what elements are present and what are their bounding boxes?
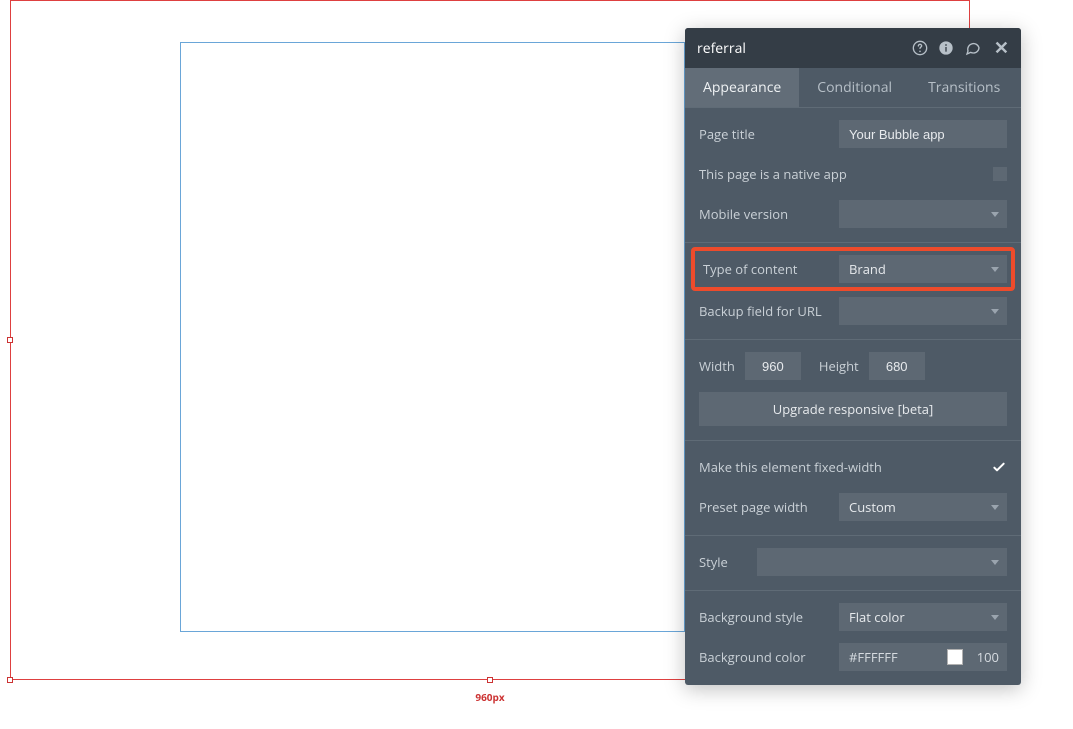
chevron-down-icon	[991, 267, 999, 272]
comment-icon[interactable]	[964, 40, 982, 56]
tab-bar: Appearance Conditional Transitions	[685, 68, 1021, 107]
highlight-box: Type of content Brand	[691, 247, 1015, 291]
close-icon[interactable]: ✕	[994, 36, 1009, 60]
mobile-version-label: Mobile version	[699, 205, 829, 223]
page-title-label: Page title	[699, 125, 829, 143]
backup-url-label: Backup field for URL	[699, 302, 829, 320]
bg-style-label: Background style	[699, 608, 829, 626]
style-label: Style	[699, 553, 739, 571]
height-input[interactable]	[869, 352, 925, 380]
chevron-down-icon	[991, 309, 999, 314]
fixed-width-checkbox[interactable]	[991, 459, 1007, 475]
bg-color-control[interactable]: #FFFFFF 100	[839, 643, 1007, 671]
chevron-down-icon	[991, 212, 999, 217]
style-select[interactable]	[757, 548, 1007, 576]
chevron-down-icon	[991, 505, 999, 510]
bg-color-opacity: 100	[971, 648, 999, 666]
tab-appearance[interactable]: Appearance	[685, 68, 799, 107]
upgrade-responsive-button[interactable]: Upgrade responsive [beta]	[699, 392, 1007, 426]
page-width-label: 960px	[460, 690, 520, 704]
chevron-down-icon	[991, 560, 999, 565]
fixed-width-label: Make this element fixed-width	[699, 458, 981, 476]
chevron-down-icon	[991, 615, 999, 620]
color-swatch[interactable]	[947, 649, 963, 665]
bg-color-label: Background color	[699, 648, 829, 666]
width-label: Width	[699, 357, 735, 375]
info-icon[interactable]	[938, 40, 954, 56]
preset-width-select[interactable]: Custom	[839, 493, 1007, 521]
page-title-input[interactable]	[839, 120, 1007, 148]
resize-handle-bottom-left[interactable]	[7, 677, 13, 683]
check-icon	[991, 459, 1007, 475]
panel-title: referral	[697, 39, 746, 58]
backup-url-select[interactable]	[839, 297, 1007, 325]
group-element-outline[interactable]	[180, 42, 685, 632]
native-app-label: This page is a native app	[699, 165, 983, 183]
help-icon[interactable]	[912, 40, 928, 56]
tab-conditional[interactable]: Conditional	[799, 68, 910, 107]
bg-style-value: Flat color	[849, 608, 905, 626]
native-app-checkbox[interactable]	[993, 167, 1007, 181]
mobile-version-select[interactable]	[839, 200, 1007, 228]
bg-style-select[interactable]: Flat color	[839, 603, 1007, 631]
panel-header[interactable]: referral ✕	[685, 28, 1021, 68]
property-editor-panel: referral ✕ Appearance Conditional Transi…	[685, 28, 1021, 685]
width-input[interactable]	[745, 352, 801, 380]
preset-width-value: Custom	[849, 498, 896, 516]
type-of-content-value: Brand	[849, 260, 886, 278]
preset-width-label: Preset page width	[699, 498, 829, 516]
type-of-content-label: Type of content	[699, 260, 829, 278]
resize-handle-bottom[interactable]	[487, 677, 493, 683]
resize-handle-left[interactable]	[7, 337, 13, 343]
bg-color-hex: #FFFFFF	[849, 648, 939, 666]
height-label: Height	[819, 357, 859, 375]
tab-transitions[interactable]: Transitions	[910, 68, 1018, 107]
type-of-content-select[interactable]: Brand	[839, 255, 1007, 283]
